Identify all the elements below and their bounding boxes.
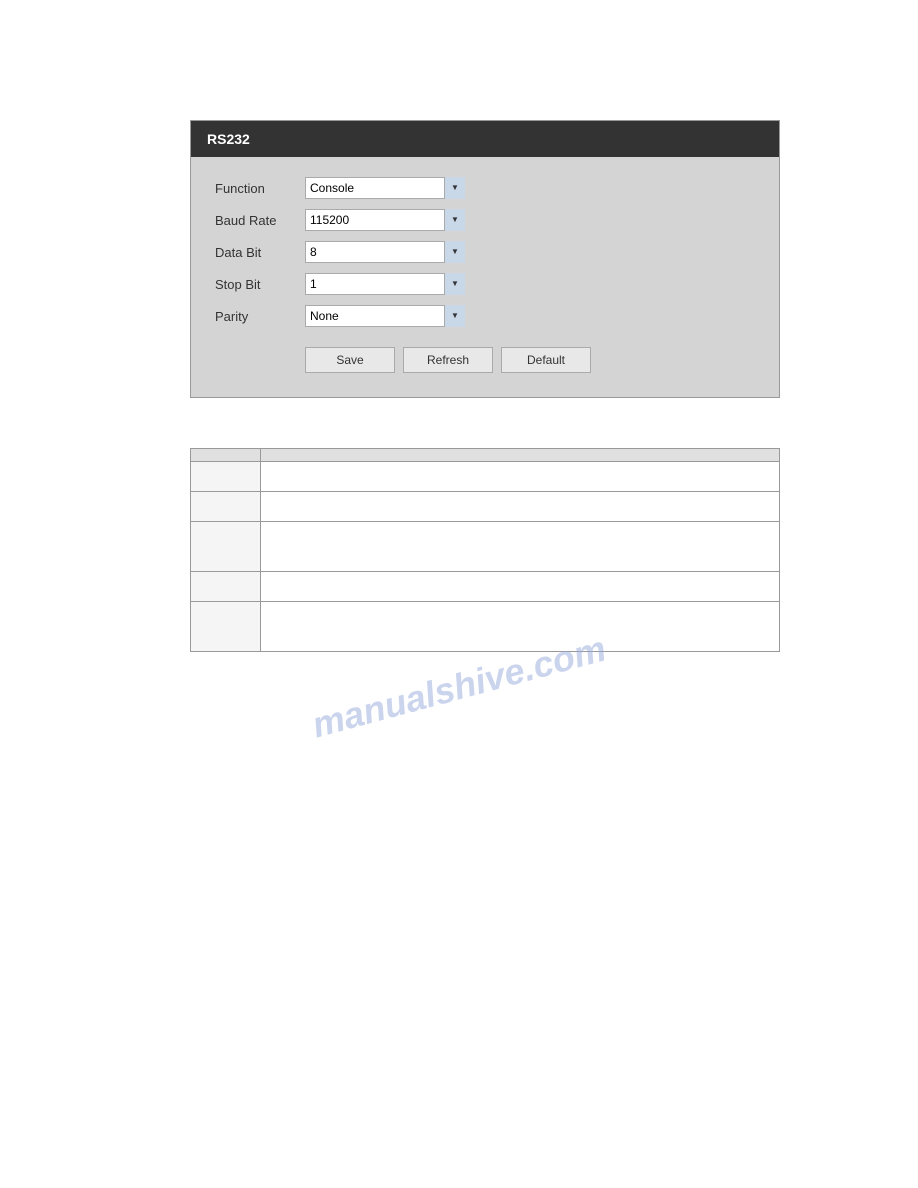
table-cell-1-2 — [261, 462, 780, 492]
table-row — [191, 462, 780, 492]
stop-bit-select-wrapper: 1 2 — [305, 273, 465, 295]
table-cell-2-2 — [261, 492, 780, 522]
data-bit-select-wrapper: 8 7 6 5 — [305, 241, 465, 263]
table-cell-5-1 — [191, 602, 261, 652]
table-row — [191, 522, 780, 572]
function-select[interactable]: Console PPP Shell — [305, 177, 465, 199]
save-button[interactable]: Save — [305, 347, 395, 373]
parity-label: Parity — [215, 309, 305, 324]
table-col1-header — [191, 449, 261, 462]
rs232-header: RS232 — [191, 121, 779, 157]
parity-row: Parity None Odd Even — [215, 305, 755, 327]
baud-rate-select[interactable]: 115200 57600 38400 19200 9600 — [305, 209, 465, 231]
stop-bit-label: Stop Bit — [215, 277, 305, 292]
function-row: Function Console PPP Shell — [215, 177, 755, 199]
parity-select-wrapper: None Odd Even — [305, 305, 465, 327]
baud-rate-select-wrapper: 115200 57600 38400 19200 9600 — [305, 209, 465, 231]
baud-rate-row: Baud Rate 115200 57600 38400 19200 9600 — [215, 209, 755, 231]
table-section — [190, 448, 780, 652]
data-table — [190, 448, 780, 652]
table-cell-3-1 — [191, 522, 261, 572]
table-cell-4-1 — [191, 572, 261, 602]
table-cell-4-2 — [261, 572, 780, 602]
parity-select[interactable]: None Odd Even — [305, 305, 465, 327]
rs232-body: Function Console PPP Shell Baud Rate 115… — [191, 157, 779, 397]
table-row — [191, 602, 780, 652]
rs232-panel: RS232 Function Console PPP Shell Baud Ra… — [190, 120, 780, 398]
table-cell-1-1 — [191, 462, 261, 492]
function-select-wrapper: Console PPP Shell — [305, 177, 465, 199]
function-label: Function — [215, 181, 305, 196]
table-cell-2-1 — [191, 492, 261, 522]
button-row: Save Refresh Default — [215, 347, 755, 373]
table-cell-3-2 — [261, 522, 780, 572]
data-bit-row: Data Bit 8 7 6 5 — [215, 241, 755, 263]
table-cell-5-2 — [261, 602, 780, 652]
data-bit-label: Data Bit — [215, 245, 305, 260]
data-bit-select[interactable]: 8 7 6 5 — [305, 241, 465, 263]
default-button[interactable]: Default — [501, 347, 591, 373]
table-row — [191, 572, 780, 602]
table-row — [191, 492, 780, 522]
stop-bit-select[interactable]: 1 2 — [305, 273, 465, 295]
panel-title: RS232 — [207, 131, 250, 147]
stop-bit-row: Stop Bit 1 2 — [215, 273, 755, 295]
baud-rate-label: Baud Rate — [215, 213, 305, 228]
table-col2-header — [261, 449, 780, 462]
refresh-button[interactable]: Refresh — [403, 347, 493, 373]
